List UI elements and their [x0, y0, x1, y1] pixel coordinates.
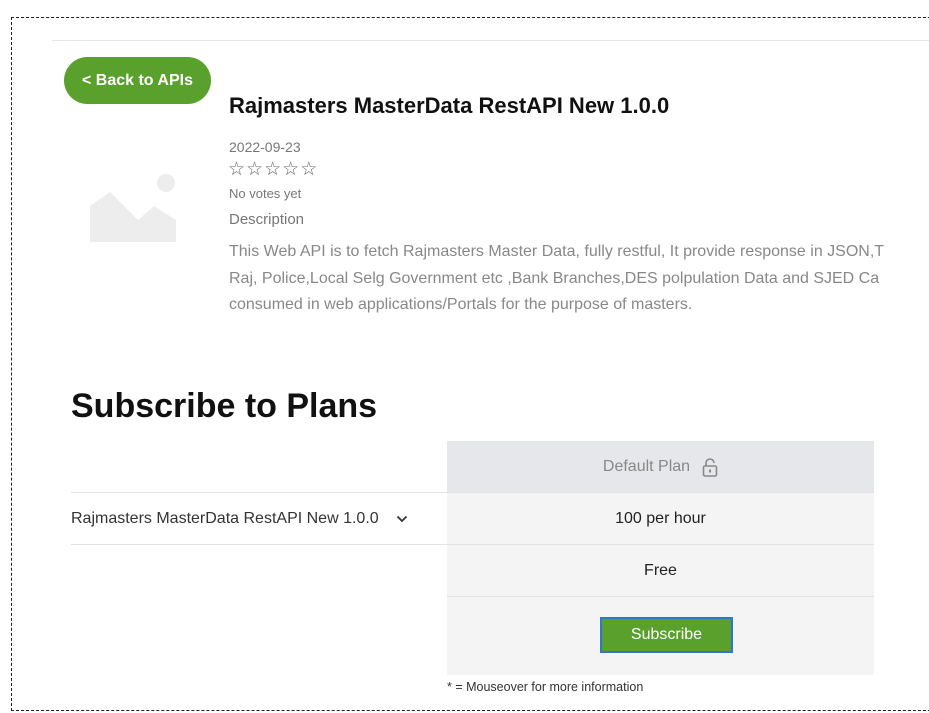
star-icon[interactable]: ☆ [300, 158, 317, 182]
image-placeholder-icon [90, 174, 176, 242]
votes-text: No votes yet [229, 186, 302, 201]
price-row: Free [71, 545, 874, 597]
header-divider [52, 40, 929, 41]
rate-limit-cell: 100 per hour [447, 493, 874, 545]
plan-header-cell: Default Plan [447, 441, 874, 493]
description-line: Raj, Police,Local Selg Government etc ,B… [229, 269, 880, 287]
api-select-value: Rajmasters MasterData RestAPI New 1.0.0 [71, 509, 379, 527]
price-cell: Free [447, 545, 874, 597]
mouseover-note: * = Mouseover for more information [447, 680, 644, 694]
api-select-cell: Rajmasters MasterData RestAPI New 1.0.0 [71, 493, 447, 545]
plans-table: Default Plan Rajmasters MasterData RestA… [71, 441, 874, 675]
plans-header-row: Default Plan [71, 441, 874, 493]
plans-heading: Subscribe to Plans [71, 387, 378, 425]
subscribe-empty-cell [71, 597, 447, 675]
unlock-icon [702, 457, 718, 477]
star-icon[interactable]: ☆ [282, 158, 299, 182]
price-empty-cell [71, 545, 447, 597]
subscribe-button[interactable]: Subscribe [600, 617, 733, 653]
star-icon[interactable]: ☆ [246, 158, 263, 182]
api-date: 2022-09-23 [229, 139, 301, 155]
description-text: This Web API is to fetch Rajmasters Mast… [229, 239, 929, 319]
api-title: Rajmasters MasterData RestAPI New 1.0.0 [229, 93, 670, 118]
subscribe-cell: Subscribe [447, 597, 874, 675]
description-line: consumed in web applications/Portals for… [229, 296, 693, 313]
chevron-down-icon [396, 515, 407, 522]
star-icon[interactable]: ☆ [228, 158, 245, 182]
rate-limit-row: Rajmasters MasterData RestAPI New 1.0.0 … [71, 493, 874, 545]
plan-name: Default Plan [602, 457, 691, 475]
description-line: This Web API is to fetch Rajmasters Mast… [229, 243, 885, 260]
rating-stars[interactable]: ☆ ☆ ☆ ☆ ☆ [228, 158, 317, 182]
description-label: Description [229, 211, 305, 228]
subscribe-row: Subscribe [71, 597, 874, 675]
star-icon[interactable]: ☆ [264, 158, 281, 182]
header-empty-cell [71, 441, 447, 493]
api-version-dropdown[interactable]: Rajmasters MasterData RestAPI New 1.0.0 [71, 510, 447, 528]
back-to-apis-button[interactable]: < Back to APIs [64, 57, 211, 104]
